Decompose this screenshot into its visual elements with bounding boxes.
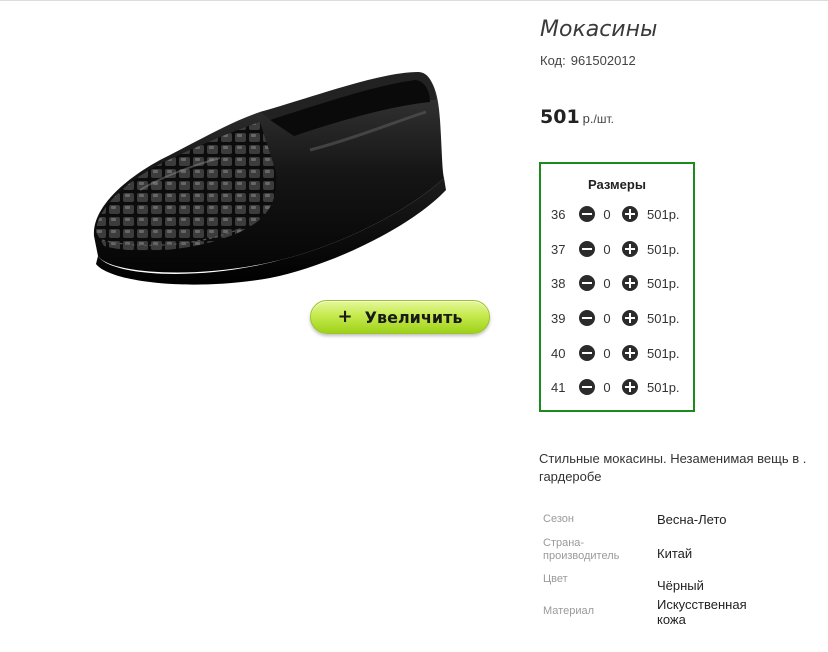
plus-circle-icon[interactable] [622,206,638,222]
size-price: 501р. [647,207,680,222]
minus-circle-icon[interactable] [579,241,595,257]
size-label: 41 [551,380,566,395]
minus-circle-icon[interactable] [579,379,595,395]
attribute-value: Китай [657,546,693,561]
attribute-value: Искусственная кожа [657,597,747,627]
quantity-value: 0 [603,276,611,291]
plus-circle-icon[interactable] [622,275,638,291]
size-label: 39 [551,311,566,326]
minus-circle-icon[interactable] [579,310,595,326]
plus-circle-icon[interactable] [622,241,638,257]
attribute-value: Весна-Лето [657,512,727,527]
size-row: 37 0 501р. [541,240,693,260]
size-price: 501р. [647,380,680,395]
size-row: 39 0 501р. [541,309,693,329]
size-label: 38 [551,276,566,291]
product-image[interactable] [80,60,460,300]
size-price: 501р. [647,346,680,361]
price-currency: р. [582,111,594,126]
price-value: 501 [540,106,580,128]
sizes-panel: Размеры 36 0 501р. 37 0 501р. 38 0 501р. 39 0 501р.… [539,162,695,412]
product-code-label: Код: [540,53,566,68]
sizes-title: Размеры [588,177,646,192]
plus-circle-icon[interactable] [622,379,638,395]
size-row: 40 0 501р. [541,344,693,364]
size-row: 36 0 501р. [541,205,693,225]
size-row: 38 0 501р. [541,274,693,294]
product-code: Код: 961502012 [540,53,636,68]
size-label: 36 [551,207,566,222]
size-price: 501р. [647,311,680,326]
attribute-label: Сезон [543,513,574,525]
attribute-value: Чёрный [657,578,704,593]
minus-circle-icon[interactable] [579,275,595,291]
size-row: 41 0 501р. [541,378,693,398]
quantity-value: 0 [603,346,611,361]
product-price: 501 р./шт. [540,106,614,128]
attribute-label: Цвет [543,573,568,585]
minus-circle-icon[interactable] [579,345,595,361]
product-description: Стильные мокасины. Незаменимая вещь в . … [539,451,807,484]
quantity-value: 0 [603,311,611,326]
minus-circle-icon[interactable] [579,206,595,222]
plus-icon: + [337,306,353,327]
price-per-unit: /шт. [593,112,614,126]
attribute-label: Страна-производитель [543,537,620,562]
zoom-button[interactable]: + Увеличить [310,300,490,334]
plus-circle-icon[interactable] [622,310,638,326]
size-price: 501р. [647,242,680,257]
size-label: 37 [551,242,566,257]
product-title: Мокасины [540,17,658,42]
attribute-label: Материал [543,605,594,617]
plus-circle-icon[interactable] [622,345,638,361]
product-code-value: 961502012 [570,53,636,68]
size-label: 40 [551,346,566,361]
zoom-button-label: Увеличить [364,307,463,327]
size-price: 501р. [647,276,680,291]
quantity-value: 0 [603,242,611,257]
quantity-value: 0 [603,207,611,222]
top-divider [0,0,828,1]
price-unit: р./шт. [582,111,614,126]
quantity-value: 0 [603,380,611,395]
